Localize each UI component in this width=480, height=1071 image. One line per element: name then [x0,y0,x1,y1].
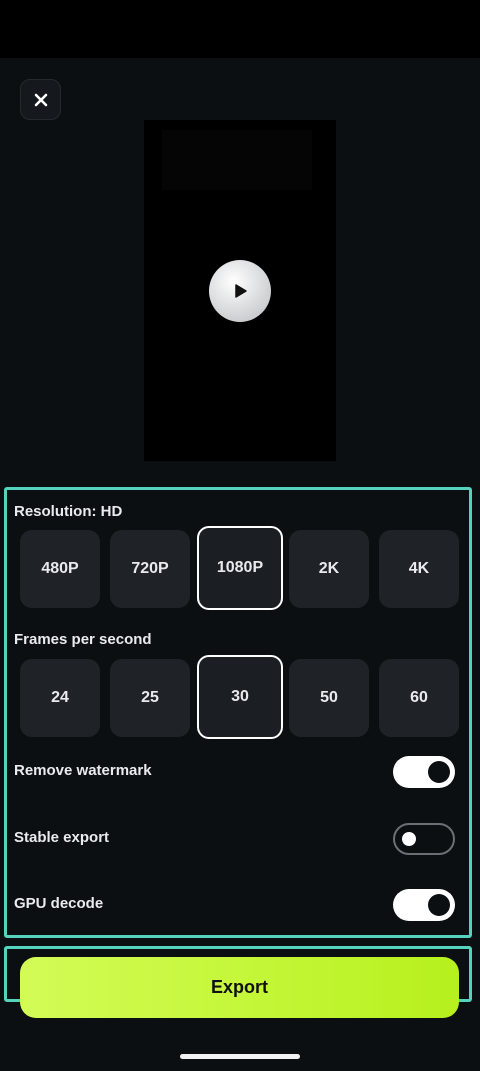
export-button[interactable]: Export [20,957,459,1018]
toggle-knob [428,894,450,916]
resolution-option-2k[interactable]: 2K [289,530,369,608]
toggle-row-remove-watermark: Remove watermark [14,756,455,790]
toggle-label: Stable export [14,829,110,846]
resolution-option-720p[interactable]: 720P [110,530,190,608]
stable-export-toggle[interactable] [393,823,455,855]
toggle-row-gpu-decode: GPU decode [14,889,455,923]
toggle-label: Remove watermark [14,762,152,779]
resolution-option-1080p[interactable]: 1080P [197,526,283,610]
fps-option-50[interactable]: 50 [289,659,369,737]
play-button[interactable] [209,260,271,322]
toggle-label: GPU decode [14,895,104,912]
video-preview [144,120,336,461]
resolution-option-4k[interactable]: 4K [379,530,459,608]
toggle-knob [428,761,450,783]
fps-label: Frames per second [14,631,152,648]
play-icon [235,284,247,298]
toggle-row-stable-export: Stable export [14,823,455,857]
close-button[interactable] [20,79,61,120]
close-icon [34,93,47,106]
preview-frame [162,130,312,190]
resolution-label: Resolution: HD [14,503,123,520]
gpu-decode-toggle[interactable] [393,889,455,921]
toggle-knob [402,832,416,846]
fps-option-60[interactable]: 60 [379,659,459,737]
fps-option-24[interactable]: 24 [20,659,100,737]
remove-watermark-toggle[interactable] [393,756,455,788]
home-indicator [180,1054,300,1059]
fps-options: 24 25 30 50 60 [15,655,459,739]
status-bar [0,0,480,58]
resolution-options: 480P 720P 1080P 2K 4K [15,526,459,610]
fps-option-30[interactable]: 30 [197,655,283,739]
fps-option-25[interactable]: 25 [110,659,190,737]
resolution-option-480p[interactable]: 480P [20,530,100,608]
